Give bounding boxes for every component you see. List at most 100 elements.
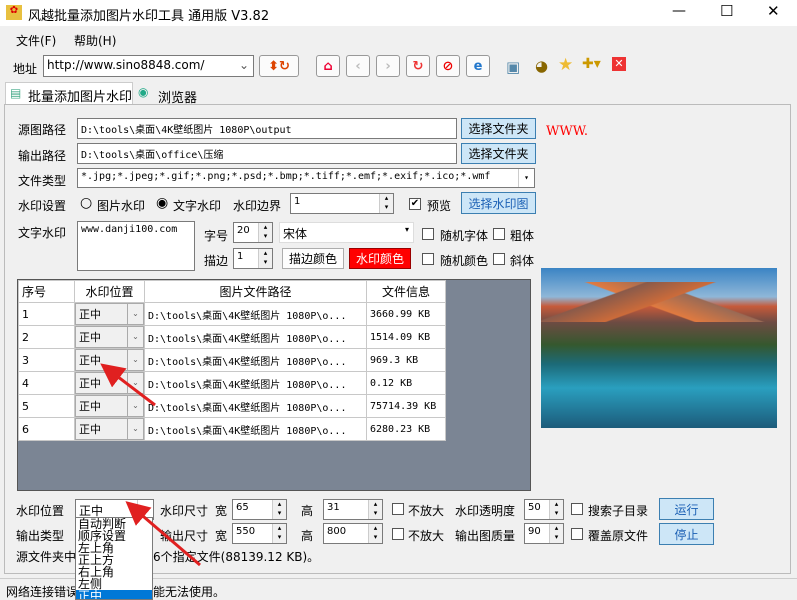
delete-icon[interactable]: ✕	[612, 57, 626, 71]
chevron-down-icon[interactable]: ⌄	[127, 373, 143, 393]
random-color-checkbox[interactable]	[422, 253, 434, 265]
minimize-button[interactable]: —	[672, 3, 686, 19]
cell-info: 0.12 KB	[366, 371, 446, 395]
cell-index: 2	[18, 325, 75, 349]
italic-checkbox[interactable]	[493, 253, 505, 265]
col-index[interactable]: 序号	[18, 280, 75, 303]
image-icon: ▤	[10, 86, 22, 100]
choose-output-folder-button[interactable]: 选择文件夹	[461, 143, 536, 164]
back-icon[interactable]: ‹	[346, 55, 370, 77]
out-height-label: 高	[301, 529, 314, 543]
quality-stepper[interactable]: 90 ▴ ▾	[524, 523, 564, 544]
chevron-down-icon[interactable]: ⌄	[127, 350, 143, 370]
ie-icon[interactable]: e	[466, 55, 490, 77]
out-height-stepper[interactable]: 800 ▴ ▾	[323, 523, 383, 544]
font-size-stepper[interactable]: 20 ▴ ▾	[233, 222, 273, 243]
cell-index: 3	[18, 348, 75, 372]
stop-button[interactable]: 停止	[659, 523, 714, 545]
random-font-checkbox[interactable]	[422, 228, 434, 240]
wm-size-label: 水印尺寸	[160, 504, 209, 518]
col-path[interactable]: 图片文件路径	[144, 280, 367, 303]
stroke-label: 描边	[204, 254, 229, 268]
overwrite-label: 覆盖原文件	[588, 529, 649, 543]
forward-icon[interactable]: ›	[376, 55, 400, 77]
quality-label: 输出图质量	[455, 529, 516, 543]
out-width-stepper[interactable]: 550 ▴ ▾	[232, 523, 287, 544]
preview-checkbox[interactable]: ✔	[409, 198, 421, 210]
chevron-down-icon[interactable]: ⌄	[127, 304, 143, 324]
stop-icon[interactable]: ⊘	[436, 55, 460, 77]
wm-color-button[interactable]: 水印颜色	[349, 248, 411, 269]
cell-position[interactable]: 正中 ⌄	[74, 371, 145, 395]
wm-height-stepper[interactable]: 31 ▴ ▾	[323, 499, 383, 520]
font-select[interactable]: 宋体 ▾	[279, 222, 414, 243]
bold-checkbox[interactable]	[493, 228, 505, 240]
source-path-input[interactable]: D:\tools\桌面\4K壁纸图片 1080P\output	[77, 118, 457, 139]
wm-width-stepper[interactable]: 65 ▴ ▾	[232, 499, 287, 520]
chevron-down-icon[interactable]: ⌄	[127, 419, 143, 439]
cell-path: D:\tools\桌面\4K壁纸图片 1080P\o...	[144, 417, 367, 441]
image-wm-radio[interactable]: ○	[80, 195, 92, 211]
choose-wm-image-button[interactable]: 选择水印图	[461, 192, 536, 214]
refresh-icon[interactable]: ↻	[406, 55, 430, 77]
go-button[interactable]: ⬍↻	[259, 55, 299, 77]
table-row[interactable]: 6 正中 ⌄ D:\tools\桌面\4K壁纸图片 1080P\o... 6280…	[18, 417, 446, 441]
tab-batch-watermark[interactable]: ▤ 批量添加图片水印	[5, 82, 133, 105]
star-icon[interactable]: ★	[558, 55, 573, 75]
save-icon[interactable]: ▣	[506, 58, 520, 76]
file-type-select[interactable]: *.jpg;*.jpeg;*.gif;*.png;*.psd;*.bmp;*.t…	[77, 168, 535, 188]
globe-icon: ◉	[138, 85, 149, 99]
tools-icon[interactable]: ◕	[535, 57, 548, 75]
tab-browser[interactable]: ◉ 浏览器	[136, 85, 202, 106]
out-no-enlarge-checkbox[interactable]	[392, 528, 404, 540]
stroke-stepper[interactable]: 1 ▴ ▾	[233, 248, 273, 269]
col-position[interactable]: 水印位置	[74, 280, 145, 303]
image-wm-label: 图片水印	[97, 199, 146, 213]
cell-path: D:\tools\桌面\4K壁纸图片 1080P\o...	[144, 394, 367, 418]
text-wm-textarea[interactable]: www.danji100.com	[77, 221, 195, 271]
menu-file[interactable]: 文件(F)	[16, 32, 56, 49]
output-path-label: 输出路径	[18, 149, 67, 163]
add-favorite-icon[interactable]: ✚▾	[582, 56, 601, 72]
stroke-color-button[interactable]: 描边颜色	[282, 248, 344, 269]
table-row[interactable]: 3 正中 ⌄ D:\tools\桌面\4K壁纸图片 1080P\o... 969.…	[18, 348, 446, 372]
chevron-down-icon[interactable]: ⌄	[127, 327, 143, 347]
cell-index: 6	[18, 417, 75, 441]
cell-position[interactable]: 正中 ⌄	[74, 302, 145, 326]
maximize-button[interactable]: ☐	[720, 2, 733, 20]
opacity-stepper[interactable]: 50 ▴ ▾	[524, 499, 564, 520]
random-font-label: 随机字体	[440, 229, 489, 243]
choose-source-folder-button[interactable]: 选择文件夹	[461, 118, 536, 139]
table-row[interactable]: 1 正中 ⌄ D:\tools\桌面\4K壁纸图片 1080P\o... 3660…	[18, 302, 446, 326]
dropdown-option[interactable]: 正中	[76, 590, 152, 599]
cell-index: 1	[18, 302, 75, 326]
preview-image	[541, 268, 777, 428]
cell-index: 5	[18, 394, 75, 418]
close-button[interactable]: ✕	[767, 2, 780, 20]
overwrite-checkbox[interactable]	[571, 528, 583, 540]
search-subdir-checkbox[interactable]	[571, 503, 583, 515]
cell-position[interactable]: 正中 ⌄	[74, 348, 145, 372]
table-row[interactable]: 4 正中 ⌄ D:\tools\桌面\4K壁纸图片 1080P\o... 0.12…	[18, 371, 446, 395]
text-wm-radio[interactable]: ◉	[156, 195, 168, 211]
col-info[interactable]: 文件信息	[366, 280, 446, 303]
cell-position[interactable]: 正中 ⌄	[74, 325, 145, 349]
menu-help[interactable]: 帮助(H)	[74, 32, 116, 49]
cell-position[interactable]: 正中 ⌄	[74, 417, 145, 441]
preview-label: 预览	[427, 199, 452, 213]
wm-no-enlarge-checkbox[interactable]	[392, 503, 404, 515]
cell-info: 3660.99 KB	[366, 302, 446, 326]
cell-path: D:\tools\桌面\4K壁纸图片 1080P\o...	[144, 325, 367, 349]
wm-settings-label: 水印设置	[18, 199, 67, 213]
random-color-label: 随机颜色	[440, 254, 489, 268]
chevron-down-icon[interactable]: ⌄	[127, 396, 143, 416]
address-input[interactable]: http://www.sino8848.com/⌄	[43, 55, 254, 77]
border-stepper[interactable]: 1 ▴ ▾	[290, 193, 394, 214]
output-path-input[interactable]: D:\tools\桌面\office\压缩	[77, 143, 457, 164]
table-row[interactable]: 2 正中 ⌄ D:\tools\桌面\4K壁纸图片 1080P\o... 1514…	[18, 325, 446, 349]
run-button[interactable]: 运行	[659, 498, 714, 520]
font-size-label: 字号	[204, 229, 229, 243]
cell-position[interactable]: 正中 ⌄	[74, 394, 145, 418]
table-row[interactable]: 5 正中 ⌄ D:\tools\桌面\4K壁纸图片 1080P\o... 7571…	[18, 394, 446, 418]
home-icon[interactable]: ⌂	[316, 55, 340, 77]
